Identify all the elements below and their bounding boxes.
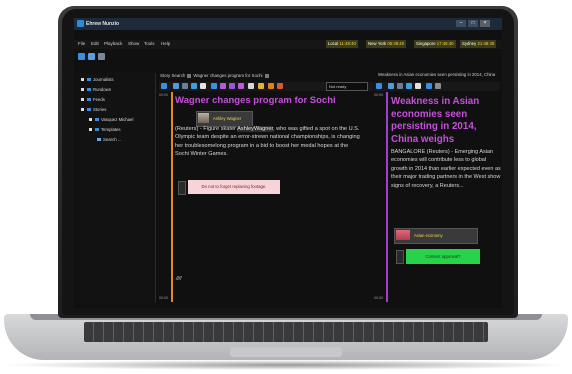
collapse-icon [81,108,84,111]
document-icon[interactable] [88,53,95,60]
folder-icon [87,98,91,101]
status-dropdown[interactable]: Not ready [326,82,368,91]
link-icon[interactable] [258,83,264,89]
tab-close-icon[interactable] [264,73,269,78]
copy-icon[interactable] [191,83,197,89]
folder-icon [87,108,91,111]
maximize-button[interactable]: □ [468,20,478,27]
tree-item-vasquez-michael[interactable]: Vasquez Michael [89,117,133,122]
flag-icon[interactable] [277,83,283,89]
search-icon [97,138,101,141]
story-signature: //// [176,276,182,282]
time-end: 00:00 [159,296,168,300]
preview-clip-thumbnail [396,230,410,240]
menu-file[interactable]: File [78,41,85,46]
app-title: Ehrew Nunzio [86,21,120,27]
folder-icon [87,88,91,91]
story-timeline-bar [171,92,173,302]
expand-icon [89,118,92,121]
clock-new-york: New York 05:48:40 [366,40,407,48]
tree-item-stories[interactable]: Stories [81,107,106,112]
copy-icon[interactable] [406,83,412,89]
video-icon[interactable] [211,83,217,89]
expand-icon [81,88,84,91]
preview-title: Weakness in Asian economies seen persist… [391,96,480,145]
clip-thumbnail [198,113,209,123]
laptop-trackpad [230,347,342,357]
folder-icon [95,118,99,121]
menu-help[interactable]: Help [161,41,170,46]
note-handle[interactable] [178,181,186,195]
video-icon[interactable] [426,83,432,89]
menu-edit[interactable]: Edit [91,41,99,46]
new-story-icon[interactable] [78,53,85,60]
save-icon[interactable] [376,83,382,89]
clock-singapore: Singapore 17:48:40 [414,40,456,48]
navigation-tree: Journalists Rundown Feeds Stories Vasque… [77,73,156,303]
expand-icon [81,98,84,101]
tree-item-search[interactable]: Search ... [97,137,121,142]
app-screen: Ehrew Nunzio – □ × File Edit Playback Sh… [74,18,502,308]
story-title: Wagner changes program for Sochi [175,95,336,106]
minimize-button[interactable]: – [456,20,466,27]
app-logo-icon [77,20,84,27]
highlighted-name: AshleyWagner [237,126,274,132]
print-icon[interactable] [397,83,403,89]
bold-icon[interactable] [220,83,226,89]
tree-item-feeds[interactable]: Feeds [81,97,105,102]
note-icon[interactable] [268,83,274,89]
menu-show[interactable]: Show [128,41,139,46]
tree-item-rundown[interactable]: Rundown [81,87,111,92]
clock-sydney: Sydney 21:48:40 [460,40,497,48]
paste-icon[interactable] [200,83,206,89]
preview-clip-label: Asian economy [414,233,443,238]
clock-local: Local 11:48:40 [326,40,358,48]
folder-icon [95,128,99,131]
time-start: 00:00 [159,93,168,97]
preview-note: Content approval? [406,249,480,264]
menu-tools[interactable]: Tools [144,41,155,46]
main-toolbar [74,51,502,63]
story-note: Do not to forget replacing footage. [188,180,280,194]
expand-icon [81,78,84,81]
italic-icon[interactable] [229,83,235,89]
title-bar: Ehrew Nunzio – □ × [74,18,502,30]
save-icon[interactable] [161,83,167,89]
print-icon[interactable] [182,83,188,89]
more-icon[interactable] [435,83,441,89]
story-body: (Reuters) - Figure skater AshleyWagner, … [175,126,360,158]
laptop-keyboard [84,322,488,342]
tree-item-templates[interactable]: Templates [89,127,121,132]
preview-tab-title[interactable]: Weakness in Asian economies seen persist… [378,72,495,77]
preview-time-start: 00:00 [374,93,383,97]
tree-item-journalists[interactable]: Journalists [81,77,114,82]
menu-playback[interactable]: Playback [104,41,122,46]
preview-timeline-bar [386,92,388,302]
paste-icon[interactable] [415,83,421,89]
preview-time-end: 00:00 [374,296,383,300]
tab-close-icon[interactable] [187,73,192,78]
open-icon[interactable] [388,83,394,89]
preview-body: BANGALORE (Reuters) - Emerging Asian eco… [391,149,501,189]
settings-icon[interactable] [98,53,105,60]
folder-icon [87,78,91,81]
open-icon[interactable] [173,83,179,89]
preview-note-handle[interactable] [396,250,404,264]
clip-label: Ashley Wagner [213,116,242,121]
collapse-icon [89,128,92,131]
laptop-shadow [0,360,572,370]
list-icon[interactable] [248,83,254,89]
heading-icon[interactable] [238,83,244,89]
close-button[interactable]: × [480,20,490,27]
story-editor[interactable] [159,92,369,302]
story-tab-header[interactable]: Story Search Wagner changes program for S… [160,73,271,78]
